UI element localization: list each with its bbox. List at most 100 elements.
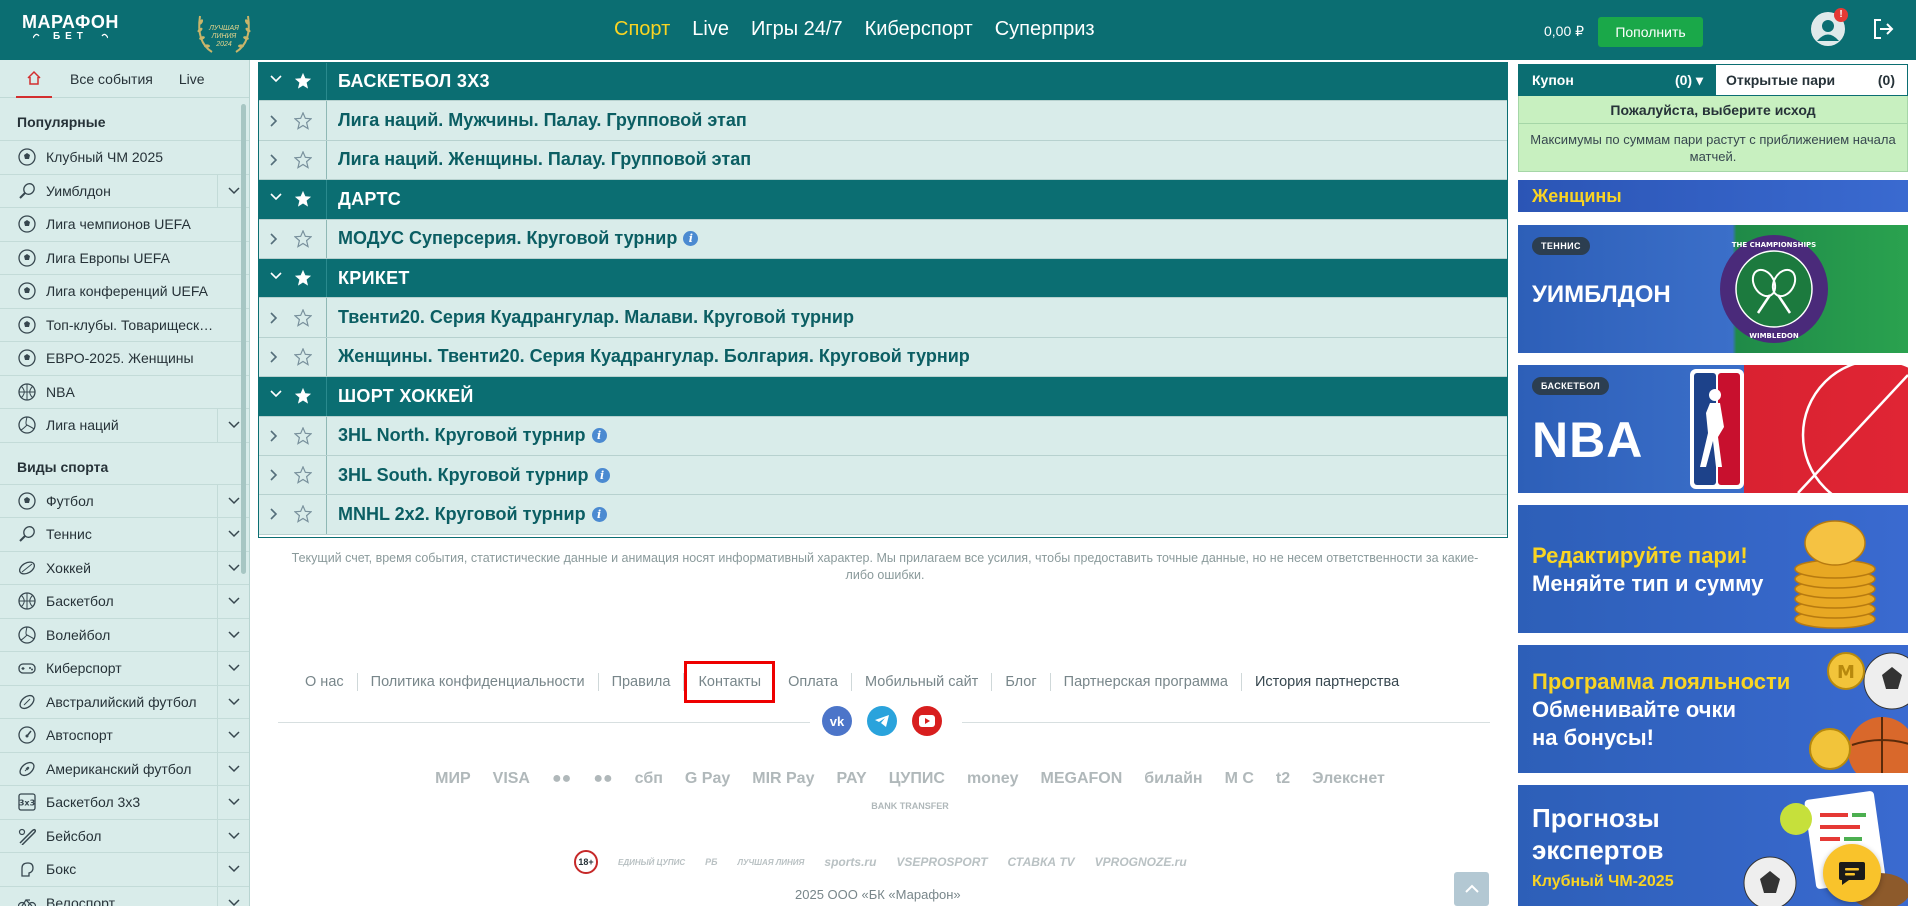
- partner-logo[interactable]: VSEPROSPORT: [896, 855, 987, 869]
- banner-edit-bets[interactable]: Редактируйте пари! Меняйте тип и сумму: [1518, 505, 1908, 633]
- banner-wimbledon[interactable]: ТЕННИС УИМБЛДОН THE CHAMPIONSHIPS WIMBLE…: [1518, 225, 1908, 353]
- sidebar-item[interactable]: Баскетбол: [0, 584, 249, 618]
- sidebar-item[interactable]: Топ-клубы. Товарищеские матчи: [0, 307, 249, 341]
- tab-all-events[interactable]: Все события: [70, 60, 153, 98]
- favorite-star-icon[interactable]: [292, 229, 314, 248]
- info-icon[interactable]: i: [594, 467, 610, 483]
- league-row[interactable]: Твенти20. Серия Куадрангулар. Малави. Кр…: [258, 298, 1508, 338]
- nav-live[interactable]: Live: [692, 18, 729, 41]
- footer-link-blog[interactable]: Блог: [992, 673, 1051, 691]
- expand-toggle[interactable]: [217, 685, 249, 718]
- chevron-right-icon[interactable]: [262, 469, 290, 481]
- banner-women-euro[interactable]: Женщины: [1518, 180, 1908, 212]
- sidebar-item[interactable]: Велоспорт: [0, 885, 249, 906]
- balance-value[interactable]: 0,00 ₽: [1544, 23, 1584, 40]
- nav-sport[interactable]: Спорт: [614, 18, 670, 41]
- chevron-right-icon[interactable]: [262, 430, 290, 442]
- sidebar-item[interactable]: Футбол: [0, 483, 249, 517]
- partner-logo[interactable]: ЕДИНЫЙ ЦУПИС: [618, 858, 685, 867]
- sidebar-item[interactable]: Волейбол: [0, 617, 249, 651]
- sidebar-item[interactable]: Бокс: [0, 852, 249, 886]
- logout-icon[interactable]: [1871, 17, 1895, 41]
- partner-logo[interactable]: РБ: [705, 857, 717, 867]
- footer-link-mobile[interactable]: Мобильный сайт: [852, 673, 993, 691]
- chevron-right-icon[interactable]: [262, 233, 290, 245]
- chevron-down-icon[interactable]: [262, 193, 290, 205]
- expand-toggle[interactable]: [217, 752, 249, 785]
- sidebar-item[interactable]: Теннис: [0, 517, 249, 551]
- sport-header-row[interactable]: ШОРТ ХОККЕЙ: [258, 377, 1508, 417]
- marathon-logo[interactable]: МАРАФОН БЕТ: [22, 12, 119, 42]
- info-icon[interactable]: i: [591, 428, 607, 444]
- youtube-icon[interactable]: [912, 706, 942, 736]
- favorite-star-icon[interactable]: [292, 466, 314, 484]
- favorite-star-icon[interactable]: [292, 150, 314, 169]
- chevron-right-icon[interactable]: [262, 154, 290, 166]
- partner-logo[interactable]: sports.ru: [824, 855, 876, 869]
- tab-coupon[interactable]: Купон (0) ▾: [1518, 64, 1715, 96]
- banner-loyalty[interactable]: Программа лояльности Обменивайте очки на…: [1518, 645, 1908, 773]
- sport-header-row[interactable]: БАСКЕТБОЛ 3Х3: [258, 62, 1508, 102]
- nav-games[interactable]: Игры 24/7: [751, 18, 843, 41]
- league-row[interactable]: 3HL South. Круговой турнир i: [258, 455, 1508, 496]
- chevron-right-icon[interactable]: [262, 311, 290, 324]
- sidebar-item[interactable]: Киберспорт: [0, 651, 249, 685]
- partner-logo[interactable]: VPROGNOZE.ru: [1095, 855, 1187, 869]
- expand-toggle[interactable]: [217, 719, 249, 752]
- league-row[interactable]: 3HL North. Круговой турнир i: [258, 416, 1508, 456]
- sidebar-item[interactable]: Австралийский футбол: [0, 684, 249, 718]
- sport-header-row[interactable]: КРИКЕТ: [258, 258, 1508, 299]
- tab-live[interactable]: Live: [179, 60, 205, 98]
- footer-link-partnership-history[interactable]: История партнерства: [1242, 673, 1412, 691]
- expand-toggle[interactable]: [217, 853, 249, 886]
- league-row[interactable]: Лига наций. Мужчины. Палау. Групповой эт…: [258, 101, 1508, 141]
- nav-superprize[interactable]: Суперприз: [995, 18, 1095, 41]
- expand-toggle[interactable]: [217, 886, 249, 906]
- chevron-down-icon[interactable]: [262, 75, 290, 87]
- favorite-star-icon[interactable]: [292, 72, 314, 90]
- sidebar-item[interactable]: Лига наций: [0, 408, 249, 442]
- info-icon[interactable]: i: [591, 506, 607, 522]
- chevron-right-icon[interactable]: [262, 115, 290, 127]
- topup-button[interactable]: Пополнить: [1598, 17, 1703, 47]
- expand-toggle[interactable]: [217, 819, 249, 852]
- nav-esports[interactable]: Киберспорт: [865, 18, 973, 41]
- favorite-star-icon[interactable]: [292, 505, 314, 524]
- footer-link-affiliate[interactable]: Партнерская программа: [1051, 673, 1242, 691]
- sidebar-item[interactable]: Бейсбол: [0, 818, 249, 852]
- scroll-to-top-button[interactable]: [1454, 872, 1489, 906]
- footer-link-rules[interactable]: Правила: [599, 673, 685, 691]
- chevron-right-icon[interactable]: [262, 351, 290, 363]
- chevron-down-icon[interactable]: [262, 272, 290, 284]
- sidebar-item[interactable]: Лига конференций UEFA: [0, 274, 249, 308]
- sidebar-item[interactable]: Хоккей: [0, 550, 249, 584]
- favorite-star-icon[interactable]: [292, 308, 314, 327]
- favorite-star-icon[interactable]: [292, 269, 314, 287]
- info-icon[interactable]: i: [683, 231, 699, 247]
- sidebar-item[interactable]: Уимблдон: [0, 173, 249, 207]
- sidebar-item[interactable]: ЕВРО-2025. Женщины: [0, 341, 249, 375]
- sidebar-item[interactable]: 3x3 Баскетбол 3х3: [0, 785, 249, 819]
- chevron-down-icon[interactable]: [262, 390, 290, 402]
- partner-logo[interactable]: ЛУЧШАЯ ЛИНИЯ: [738, 858, 805, 867]
- footer-link-payment[interactable]: Оплата: [775, 673, 852, 691]
- league-row[interactable]: Женщины. Твенти20. Серия Куадрангулар. Б…: [258, 337, 1508, 378]
- sidebar-item[interactable]: Американский футбол: [0, 751, 249, 785]
- chat-support-button[interactable]: [1823, 844, 1881, 902]
- sport-header-row[interactable]: ДАРТС: [258, 180, 1508, 220]
- chevron-right-icon[interactable]: [262, 508, 290, 521]
- expand-toggle[interactable]: [217, 652, 249, 685]
- footer-link-about[interactable]: О нас: [292, 673, 358, 691]
- league-row[interactable]: Лига наций. Женщины. Палау. Групповой эт…: [258, 140, 1508, 181]
- league-row[interactable]: МОДУС Суперсерия. Круговой турнир i: [258, 219, 1508, 259]
- sidebar-item[interactable]: Лига чемпионов UEFA: [0, 207, 249, 241]
- expand-toggle[interactable]: [217, 618, 249, 651]
- favorite-star-icon[interactable]: [292, 426, 314, 445]
- footer-link-privacy[interactable]: Политика конфиденциальности: [358, 673, 599, 691]
- sidebar-item[interactable]: Клубный ЧМ 2025: [0, 140, 249, 174]
- expand-toggle[interactable]: [217, 786, 249, 819]
- tab-open-bets[interactable]: Открытые пари (0): [1715, 64, 1908, 96]
- favorite-star-icon[interactable]: [292, 387, 314, 405]
- favorite-star-icon[interactable]: [292, 190, 314, 208]
- favorite-star-icon[interactable]: [292, 347, 314, 366]
